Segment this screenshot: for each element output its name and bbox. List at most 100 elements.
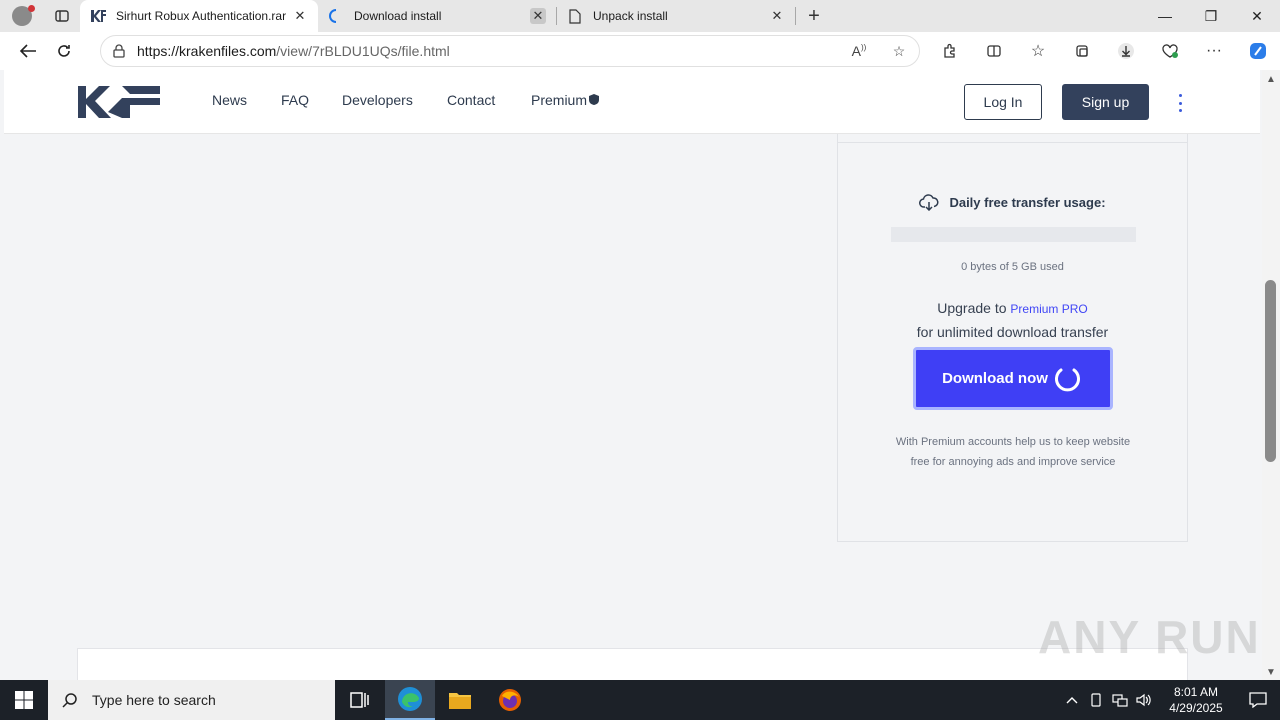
content-card <box>77 648 1188 680</box>
premium-note: With Premium accounts help us to keep we… <box>895 436 1131 468</box>
browser-tab-bar: Sirhurt Robux Authentication.rar ✕ Downl… <box>0 0 1280 32</box>
copilot-icon[interactable] <box>1236 35 1280 67</box>
nav-news[interactable]: News <box>212 92 281 108</box>
favorites-icon[interactable]: ☆ <box>1016 35 1060 67</box>
signup-button[interactable]: Sign up <box>1062 84 1149 120</box>
loading-spinner-icon <box>328 8 344 24</box>
upgrade-prefix: Upgrade to <box>937 300 1011 316</box>
close-tab-icon[interactable]: ✕ <box>530 8 546 24</box>
main-nav: News FAQ Developers Contact Premium <box>212 92 600 108</box>
more-options-icon[interactable]: ··· <box>1192 35 1236 67</box>
extensions-icon[interactable] <box>928 35 972 67</box>
browser-tools: ☆ ··· <box>928 32 1280 70</box>
search-icon <box>62 693 77 708</box>
restore-icon[interactable]: ❐ <box>1188 0 1234 32</box>
split-screen-icon[interactable] <box>972 35 1016 67</box>
window-controls: — ❐ ✕ <box>1142 0 1280 32</box>
new-tab-button[interactable]: + <box>796 0 832 32</box>
nav-contact[interactable]: Contact <box>447 92 531 108</box>
refresh-icon <box>58 45 70 57</box>
divider <box>838 142 1187 143</box>
volume-icon[interactable] <box>1132 693 1156 707</box>
site-header: KF News FAQ Developers Contact Premium L… <box>4 70 1260 134</box>
notification-center-icon[interactable] <box>1236 692 1280 708</box>
scroll-down-icon[interactable]: ▼ <box>1266 667 1276 678</box>
collections-icon[interactable] <box>1060 35 1104 67</box>
cloud-download-icon <box>919 194 939 211</box>
anyrun-watermark: ANY RUN <box>1038 611 1261 663</box>
tab-unpack-install[interactable]: Unpack install ✕ <box>557 0 795 32</box>
premium-pro-link[interactable]: Premium PRO <box>1010 302 1087 316</box>
folder-icon <box>449 693 471 709</box>
loading-spinner-icon <box>1054 368 1080 391</box>
task-view-icon <box>350 692 369 708</box>
notification-dot <box>28 5 35 12</box>
tab-sirhurt[interactable]: Sirhurt Robux Authentication.rar ✕ <box>80 0 318 32</box>
minimize-icon[interactable]: — <box>1142 0 1188 32</box>
tab-label: Sirhurt Robux Authentication.rar <box>116 9 286 23</box>
browser-essentials-icon[interactable] <box>1148 35 1192 67</box>
nav-premium-label: Premium <box>531 92 588 108</box>
tab-actions-icon <box>55 10 69 22</box>
more-menu-icon[interactable] <box>1172 92 1188 112</box>
address-bar[interactable]: https://krakenfiles.com/view/7rBLDU1UQs/… <box>100 35 920 67</box>
refresh-button[interactable] <box>46 35 82 67</box>
device-icon[interactable] <box>1084 693 1108 707</box>
chevron-up-icon[interactable] <box>1060 696 1084 704</box>
krakenfiles-logo[interactable]: KF <box>78 84 160 125</box>
taskbar-clock[interactable]: 8:01 AM 4/29/2025 <box>1156 684 1236 716</box>
upgrade-suffix: for unlimited download transfer <box>916 324 1109 340</box>
url-host: https://krakenfiles.com <box>137 43 277 59</box>
tab-label: Download install <box>354 9 442 23</box>
close-tab-icon[interactable]: ✕ <box>292 8 308 24</box>
clock-date: 4/29/2025 <box>1169 701 1223 715</box>
edge-icon <box>398 687 422 711</box>
nav-premium[interactable]: Premium <box>531 92 600 108</box>
read-aloud-icon[interactable]: A)) <box>839 43 879 60</box>
lock-icon[interactable] <box>101 44 137 58</box>
download-now-button[interactable]: Download now <box>913 347 1113 410</box>
page-viewport: KF News FAQ Developers Contact Premium L… <box>0 70 1262 680</box>
tab-label: Unpack install <box>593 9 668 23</box>
page-icon <box>567 8 583 24</box>
downloads-icon[interactable] <box>1104 35 1148 67</box>
url-path: /view/7rBLDU1UQs/file.html <box>276 43 450 59</box>
taskbar-firefox[interactable] <box>485 680 535 720</box>
task-view-button[interactable] <box>335 680 385 720</box>
scroll-thumb[interactable] <box>1265 280 1276 462</box>
close-window-icon[interactable]: ✕ <box>1234 0 1280 32</box>
nav-developers[interactable]: Developers <box>342 92 447 108</box>
login-button[interactable]: Log In <box>964 84 1042 120</box>
profile-button[interactable] <box>0 0 44 32</box>
tab-download-install[interactable]: Download install ✕ <box>318 0 556 32</box>
taskbar-search-box[interactable]: Type here to search <box>48 680 335 720</box>
scroll-up-icon[interactable]: ▲ <box>1266 74 1276 85</box>
download-panel: Daily free transfer usage: 0 bytes of 5 … <box>837 134 1188 542</box>
page-scrollbar[interactable]: ▲ ▼ <box>1262 70 1280 680</box>
favorite-star-icon[interactable]: ☆ <box>879 43 919 60</box>
usage-title-text: Daily free transfer usage: <box>949 195 1106 210</box>
usage-text: 0 bytes of 5 GB used <box>961 261 1064 273</box>
system-tray: 8:01 AM 4/29/2025 <box>1060 680 1280 720</box>
taskbar-file-explorer[interactable] <box>435 680 485 720</box>
back-button[interactable] <box>10 35 46 67</box>
firefox-icon <box>499 689 521 711</box>
windows-logo-icon <box>15 691 33 709</box>
close-tab-icon[interactable]: ✕ <box>769 8 785 24</box>
usage-progress-bar <box>891 227 1136 242</box>
windows-start-button[interactable] <box>0 680 48 720</box>
tab-actions-button[interactable] <box>44 0 80 32</box>
download-now-label: Download now <box>942 370 1048 387</box>
krakenfiles-favicon-icon <box>90 8 106 24</box>
back-arrow-icon <box>19 44 36 58</box>
windows-taskbar: Type here to search 8:01 AM 4/29/2025 <box>0 680 1280 720</box>
clock-time: 8:01 AM <box>1173 685 1219 699</box>
shield-icon <box>589 94 600 105</box>
nav-faq[interactable]: FAQ <box>281 92 342 108</box>
url-text[interactable]: https://krakenfiles.com/view/7rBLDU1UQs/… <box>137 43 839 59</box>
taskbar-edge[interactable] <box>385 680 435 720</box>
upgrade-text: Upgrade to Premium PRO for unlimited dow… <box>838 297 1187 344</box>
network-icon[interactable] <box>1108 693 1132 707</box>
search-placeholder: Type here to search <box>92 692 216 708</box>
usage-title: Daily free transfer usage: <box>838 194 1187 211</box>
